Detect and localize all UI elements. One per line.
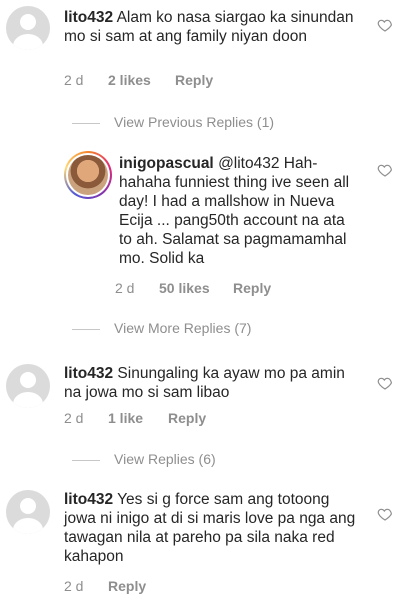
comment-text: lito432 Yes si g force sam ang totoong j… — [64, 490, 359, 566]
reply-button[interactable]: Reply — [233, 280, 271, 296]
comment-time: 2 d — [64, 578, 84, 594]
default-avatar-icon[interactable] — [6, 490, 50, 534]
replies-divider — [72, 459, 100, 461]
replies-divider — [72, 122, 100, 124]
default-avatar-icon[interactable] — [6, 6, 50, 50]
heart-outline-icon[interactable] — [377, 162, 393, 178]
view-replies-button[interactable]: View Replies (6) — [72, 451, 216, 467]
comment-text: lito432 Alam ko nasa siargao ka sinundan… — [64, 8, 359, 46]
comment-username[interactable]: lito432 — [64, 9, 113, 26]
profile-photo — [68, 155, 108, 195]
view-more-replies-label: View More Replies (7) — [114, 320, 252, 336]
reply-likes[interactable]: 50 likes — [159, 280, 210, 296]
avatar[interactable] — [64, 151, 112, 199]
comment-time: 2 d — [64, 72, 84, 88]
reply-button[interactable]: Reply — [168, 410, 206, 426]
view-previous-replies-label: View Previous Replies (1) — [114, 114, 275, 130]
view-previous-replies-button[interactable]: View Previous Replies (1) — [72, 114, 274, 130]
comment-username[interactable]: lito432 — [64, 491, 113, 508]
comment-likes[interactable]: 1 like — [108, 410, 143, 426]
reply-text: inigopascual @lito432 Hah-hahaha funnies… — [119, 154, 359, 268]
heart-outline-icon[interactable] — [377, 506, 393, 522]
reply-button[interactable]: Reply — [175, 72, 213, 88]
comment-username[interactable]: lito432 — [64, 365, 113, 382]
heart-outline-icon[interactable] — [377, 375, 393, 391]
comment-likes[interactable]: 2 likes — [108, 72, 151, 88]
heart-outline-icon[interactable] — [377, 17, 393, 33]
comment-time: 2 d — [64, 410, 84, 426]
default-avatar-icon[interactable] — [6, 364, 50, 408]
reply-username[interactable]: inigopascual — [119, 155, 214, 172]
comment-text: lito432 Sinungaling ka ayaw mo pa amin n… — [64, 364, 359, 402]
view-more-replies-button[interactable]: View More Replies (7) — [72, 320, 251, 336]
reply-time: 2 d — [115, 280, 135, 296]
view-replies-label: View Replies (6) — [114, 451, 216, 467]
replies-divider — [72, 328, 100, 330]
reply-button[interactable]: Reply — [108, 578, 146, 594]
